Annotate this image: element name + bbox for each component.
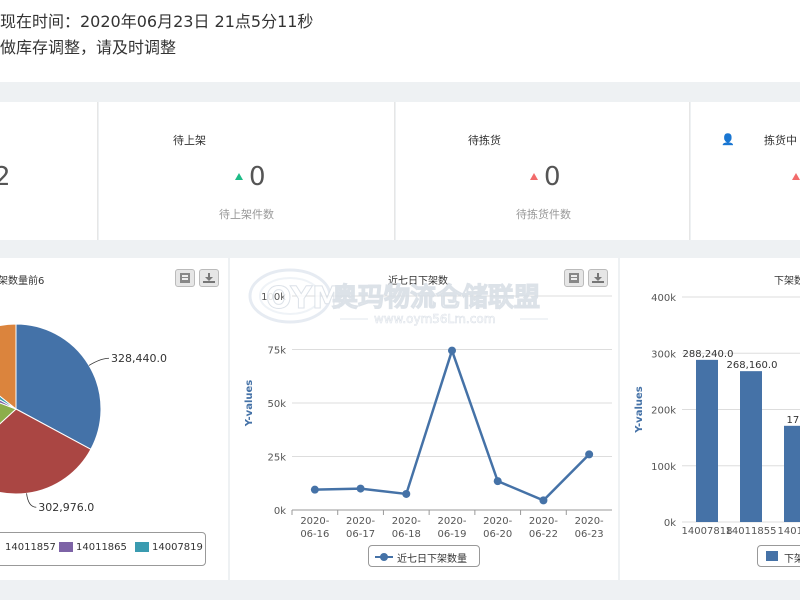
x-tick-label: 2020- — [346, 516, 375, 527]
y-tick-label: 50k — [267, 399, 286, 410]
x-tick-label: 2020- — [575, 516, 604, 527]
y-tick-label: 200k — [651, 406, 676, 417]
y-tick-label: 300k — [651, 349, 676, 360]
legend-swatch — [135, 542, 149, 552]
data-point — [585, 450, 594, 459]
print-button[interactable] — [175, 269, 195, 287]
pie-label-connector — [88, 357, 110, 366]
pie-label-connector — [26, 493, 37, 508]
x-tick-label: 2020- — [483, 516, 512, 527]
y-tick-label: 0k — [664, 518, 676, 529]
bar-legend: 下架 — [757, 545, 800, 567]
stat-card-partial: 2 — [0, 102, 98, 240]
legend-swatch — [766, 551, 778, 561]
y-tick-label: 75k — [267, 346, 286, 357]
legend-item[interactable]: 14011865 — [76, 542, 127, 553]
legend-swatch — [59, 542, 73, 552]
legend-item[interactable]: 14007819 — [152, 542, 203, 553]
data-point — [448, 346, 456, 355]
data-point — [356, 484, 365, 493]
y-tick-label: 400k — [651, 293, 676, 304]
x-tick-label: 2020- — [437, 516, 466, 527]
x-tick-label: 06-18 — [392, 529, 421, 540]
line-legend: 近七日下架数量 — [368, 545, 480, 567]
data-point — [539, 496, 548, 505]
pie-chart-panel: 架数量前6 328,440.0 302,976.0 14011857 140118… — [0, 258, 228, 580]
stat-title: 待拣货 — [468, 134, 501, 147]
download-icon — [203, 273, 215, 283]
x-tick-label: 1401... — [778, 526, 800, 537]
x-tick-label: 06-23 — [575, 529, 604, 540]
legend-item[interactable]: 14011857 — [5, 542, 56, 553]
watermark-logo: OYM 奥玛物流仓储联盟 www.oym56Lm.com — [248, 268, 548, 326]
stat-card-pending-pick: ◉ 待拣货 0 待拣货件数 — [396, 102, 690, 240]
bar — [740, 371, 762, 522]
inventory-notice-text: 做库存调整，请及时调整 — [0, 38, 177, 57]
eye-icon: ◉ — [427, 133, 437, 146]
bar-chart-panel: 下架数 0k 100k 200k 300k 400k Y-values 288,240.0 1… — [620, 258, 800, 580]
stat-card-picking: 👤 拣货中 — [691, 102, 800, 240]
pie-legend: 14011857 14011865 14007819 — [0, 532, 206, 566]
watermark-text: 奥玛物流仓储联盟 — [332, 282, 540, 313]
trend-up-arrow-icon — [530, 173, 538, 180]
stats-row: 2 ¥ 待上架 0 待上架件数 ◉ 待拣货 0 待拣货件数 👤 拣货中 — [0, 102, 800, 240]
x-tick-label: 06-16 — [300, 529, 329, 540]
watermark-url: www.oym56Lm.com — [374, 312, 495, 326]
trend-up-arrow-icon — [235, 173, 243, 180]
bar-chart: 0k100k200k300k400kY-values288,240.014007… — [634, 293, 800, 537]
x-tick-label: 2020- — [529, 516, 558, 527]
data-point — [310, 485, 319, 494]
user-icon: 👤 — [721, 133, 735, 146]
download-icon — [592, 273, 604, 283]
x-tick-label: 06-17 — [346, 529, 375, 540]
stat-subtitle: 待拣货件数 — [516, 208, 571, 221]
current-time-text: 现在时间：2020年06月23日 21点5分11秒 — [0, 12, 314, 31]
x-tick-label: 06-19 — [437, 529, 466, 540]
series-line — [314, 346, 591, 502]
yen-icon: ¥ — [133, 133, 141, 146]
data-point — [493, 477, 502, 486]
data-point — [402, 489, 411, 498]
watermark-letters-icon: OYM — [266, 281, 342, 316]
y-axis-label: Y-values — [634, 386, 645, 434]
stat-value: 0 — [544, 162, 561, 192]
pie-data-label: 302,976.0 — [38, 501, 94, 514]
stat-subtitle: 待上架件数 — [219, 208, 274, 221]
download-button[interactable] — [199, 269, 219, 287]
legend-item[interactable]: 近七日下架数量 — [397, 550, 467, 565]
y-tick-label: 100k — [651, 462, 676, 473]
stat-title: 待上架 — [173, 134, 206, 147]
x-tick-label: 14011855 — [726, 526, 777, 537]
download-button[interactable] — [588, 269, 608, 287]
bar-data-label: 288,240.0 — [683, 349, 734, 360]
print-icon — [180, 273, 190, 283]
print-icon — [569, 273, 579, 283]
bar — [696, 359, 718, 522]
x-tick-label: 06-20 — [483, 529, 512, 540]
header-panel: 现在时间：2020年06月23日 21点5分11秒 做库存调整，请及时调整 — [0, 0, 800, 82]
bar-data-label: 171 — [786, 415, 800, 426]
y-tick-label: 25k — [267, 453, 286, 464]
trend-up-arrow-icon — [792, 173, 800, 180]
y-axis-label: Y-values — [244, 380, 255, 428]
legend-item[interactable]: 下架 — [784, 550, 800, 565]
x-tick-label: 06-22 — [529, 529, 558, 540]
x-tick-label: 2020- — [300, 516, 329, 527]
legend-line-marker-icon — [375, 553, 393, 561]
stat-value: 2 — [0, 162, 11, 192]
bar-data-label: 268,160.0 — [727, 360, 778, 371]
pie-data-label: 328,440.0 — [111, 352, 167, 365]
bar — [784, 425, 800, 522]
print-button[interactable] — [564, 269, 584, 287]
stat-title: 拣货中 — [764, 134, 797, 147]
stat-value: 0 — [249, 162, 266, 192]
pie-slice — [0, 323, 17, 411]
x-tick-label: 2020- — [392, 516, 421, 527]
y-tick-label: 0k — [274, 506, 286, 517]
stat-card-pending-putaway: ¥ 待上架 0 待上架件数 — [99, 102, 395, 240]
